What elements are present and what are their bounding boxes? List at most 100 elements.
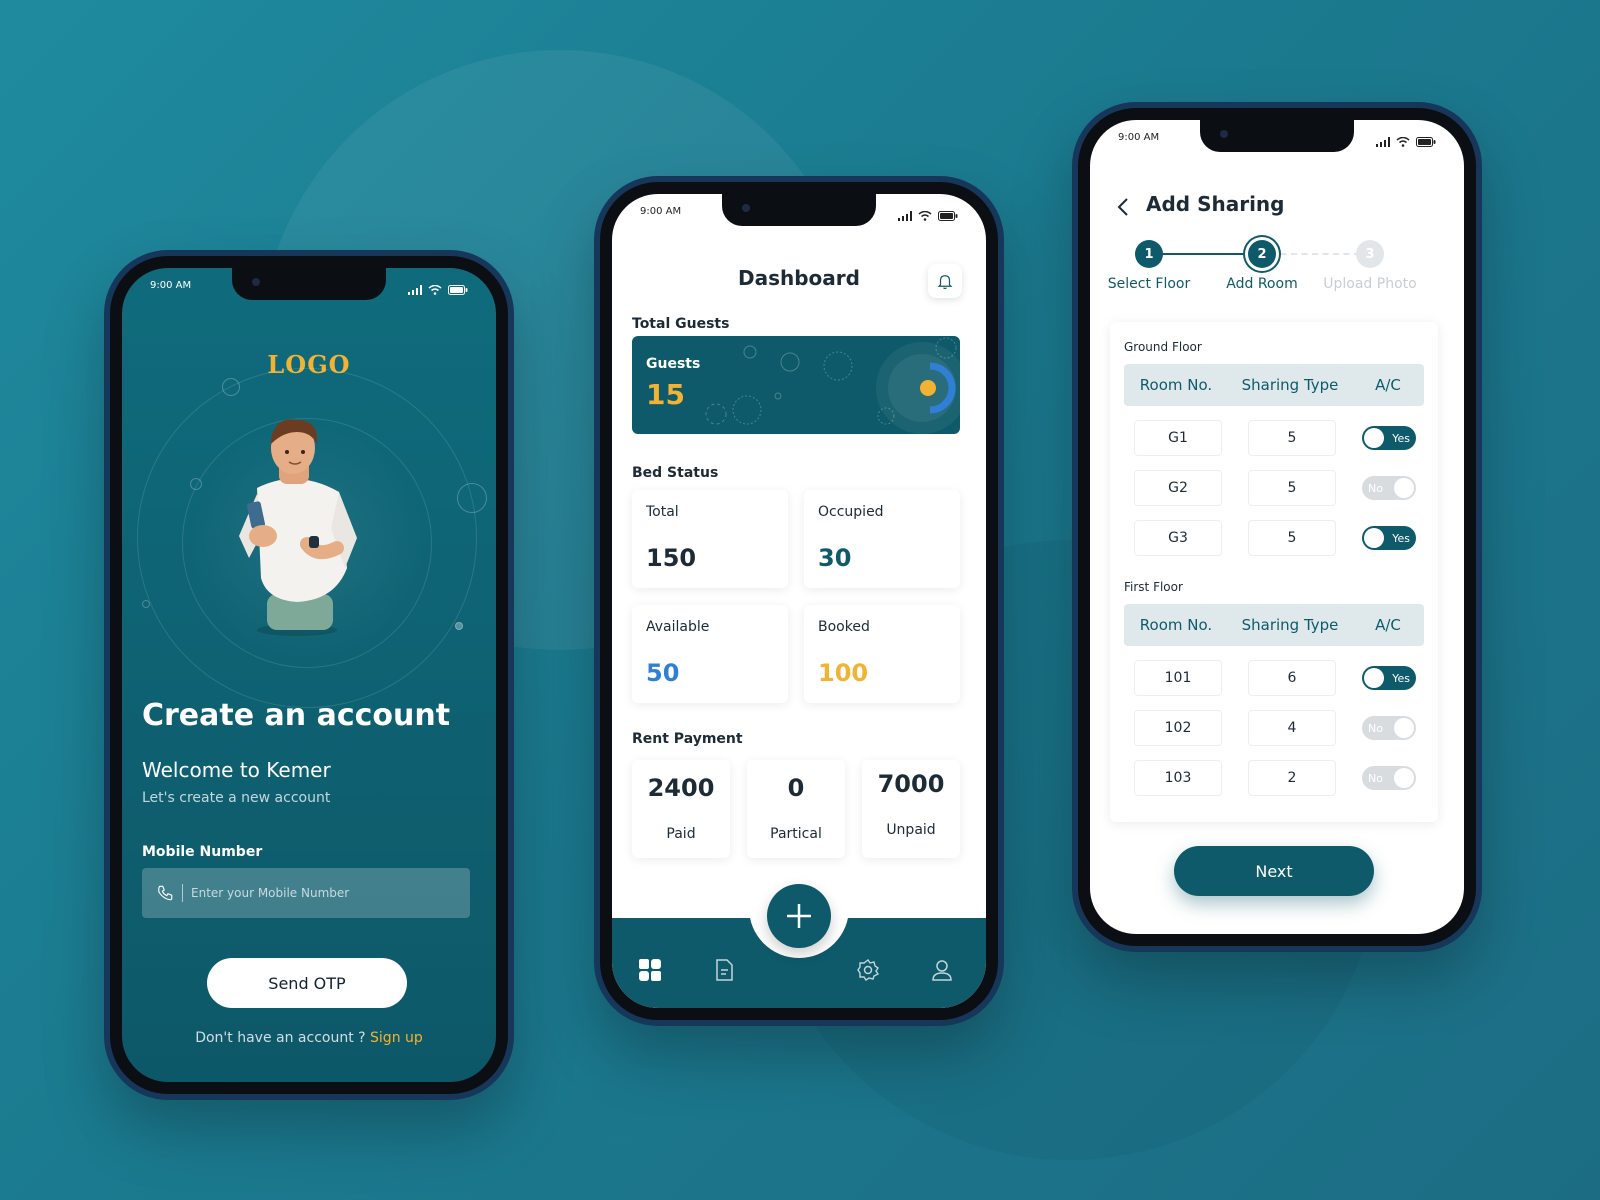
column-header: Sharing Type	[1241, 616, 1339, 634]
profile-icon	[932, 960, 952, 981]
sharing-type-field[interactable]: 2	[1248, 760, 1336, 796]
sign-up-link[interactable]: Sign up	[370, 1030, 423, 1046]
sharing-type-field[interactable]: 4	[1248, 710, 1336, 746]
status-time: 9:00 AM	[150, 280, 192, 291]
next-button[interactable]: Next	[1174, 846, 1374, 896]
decorative-dot	[190, 478, 202, 490]
sharing-type-field[interactable]: 6	[1248, 660, 1336, 696]
back-button[interactable]	[1112, 196, 1134, 218]
send-otp-button[interactable]: Send OTP	[207, 958, 407, 1008]
rent-unpaid-card[interactable]: 7000 Unpaid	[862, 760, 960, 858]
sharing-type-field[interactable]: 5	[1248, 470, 1336, 506]
ac-toggle[interactable]: Yes	[1362, 526, 1416, 550]
table-row: G3 5 Yes	[1124, 520, 1424, 558]
tab-profile[interactable]	[928, 956, 956, 984]
table-row: 102 4 No	[1124, 710, 1424, 748]
toggle-label: Yes	[1392, 431, 1410, 445]
room-number-field[interactable]: G3	[1134, 520, 1222, 556]
table-row: 103 2 No	[1124, 760, 1424, 798]
sharing-type-field[interactable]: 5	[1248, 520, 1336, 556]
signup-screen: 9:00 AM LOGO Create an account Welcome t…	[122, 268, 496, 1082]
guests-card[interactable]: Guests 15	[632, 336, 960, 434]
phone-dashboard: 9:00 AM Dashboard Total Guests Guests 15…	[594, 176, 1004, 1026]
step-select-floor[interactable]: 1 Select Floor	[1099, 240, 1199, 292]
notch	[232, 268, 386, 300]
ac-toggle[interactable]: Yes	[1362, 426, 1416, 450]
payment-label: Paid	[666, 826, 696, 842]
stat-value: 100	[818, 659, 869, 687]
notch	[1200, 120, 1354, 152]
toggle-knob	[1394, 718, 1414, 738]
step-add-room[interactable]: 2 Add Room	[1212, 240, 1312, 292]
step-upload-photo[interactable]: 3 Upload Photo	[1320, 240, 1420, 292]
status-time: 9:00 AM	[1118, 132, 1160, 143]
mobile-number-input[interactable]: Enter your Mobile Number	[142, 868, 470, 918]
table-row: G1 5 Yes	[1124, 420, 1424, 458]
stat-label: Total	[646, 504, 679, 520]
document-icon	[716, 959, 733, 981]
column-header: Room No.	[1139, 616, 1213, 634]
bed-total-card[interactable]: Total 150	[632, 490, 788, 588]
toggle-label: No	[1368, 771, 1383, 785]
signup-prompt: Don't have an account ? Sign up	[122, 1030, 496, 1046]
ac-toggle[interactable]: No	[1362, 476, 1416, 500]
floor-heading: Ground Floor	[1124, 340, 1202, 354]
table-header: Room No. Sharing Type A/C	[1124, 364, 1424, 406]
phone-icon	[158, 885, 173, 901]
decorative-dot	[222, 378, 240, 396]
add-sharing-screen: 9:00 AM Add Sharing 1 Select Floor 2 Add…	[1090, 120, 1464, 934]
payment-label: Partical	[770, 826, 822, 842]
person-illustration	[239, 419, 357, 636]
no-account-text: Don't have an account ?	[195, 1030, 366, 1046]
payment-label: Unpaid	[886, 822, 936, 838]
battery-icon	[448, 285, 468, 295]
room-number-field[interactable]: 102	[1134, 710, 1222, 746]
stat-label: Occupied	[818, 504, 884, 520]
table-header: Room No. Sharing Type A/C	[1124, 604, 1424, 646]
column-header: Room No.	[1139, 376, 1213, 394]
rent-paid-card[interactable]: 2400 Paid	[632, 760, 730, 858]
signal-icon	[898, 211, 912, 221]
room-number-field[interactable]: 101	[1134, 660, 1222, 696]
toggle-label: No	[1368, 481, 1383, 495]
input-divider	[182, 884, 183, 902]
ac-toggle[interactable]: Yes	[1362, 666, 1416, 690]
bed-available-card[interactable]: Available 50	[632, 605, 788, 703]
wifi-icon	[1396, 137, 1410, 147]
room-number-field[interactable]: 103	[1134, 760, 1222, 796]
welcome-text: Welcome to Kemer	[142, 758, 331, 782]
phone-signup: 9:00 AM LOGO Create an account Welcome t…	[104, 250, 514, 1100]
payment-value: 2400	[647, 774, 715, 802]
tab-settings[interactable]	[854, 956, 882, 984]
rent-partial-card[interactable]: 0 Partical	[747, 760, 845, 858]
wifi-icon	[428, 285, 442, 295]
room-number-field[interactable]: G2	[1134, 470, 1222, 506]
column-header: Sharing Type	[1241, 376, 1339, 394]
tab-dashboard[interactable]	[636, 956, 664, 984]
notification-button[interactable]	[928, 264, 962, 298]
payment-value: 7000	[877, 770, 945, 798]
decorative-dot	[457, 483, 487, 513]
phone-add-sharing: 9:00 AM Add Sharing 1 Select Floor 2 Add…	[1072, 102, 1482, 952]
mobile-number-label: Mobile Number	[142, 844, 263, 860]
ac-toggle[interactable]: No	[1362, 766, 1416, 790]
bed-booked-card[interactable]: Booked 100	[804, 605, 960, 703]
signal-icon	[1376, 137, 1390, 147]
toggle-knob	[1364, 528, 1384, 548]
tab-documents[interactable]	[710, 956, 738, 984]
ac-toggle[interactable]: No	[1362, 716, 1416, 740]
battery-icon	[938, 211, 958, 221]
table-row: G2 5 No	[1124, 470, 1424, 508]
bed-occupied-card[interactable]: Occupied 30	[804, 490, 960, 588]
signal-icon	[408, 285, 422, 295]
add-button[interactable]	[767, 884, 831, 948]
sharing-type-field[interactable]: 5	[1248, 420, 1336, 456]
step-number: 1	[1135, 240, 1163, 268]
wifi-icon	[918, 211, 932, 221]
chevron-left-icon	[1117, 198, 1128, 216]
dashboard-screen: 9:00 AM Dashboard Total Guests Guests 15…	[612, 194, 986, 1008]
column-header: A/C	[1375, 376, 1401, 394]
battery-icon	[1416, 137, 1436, 147]
toggle-knob	[1364, 668, 1384, 688]
room-number-field[interactable]: G1	[1134, 420, 1222, 456]
